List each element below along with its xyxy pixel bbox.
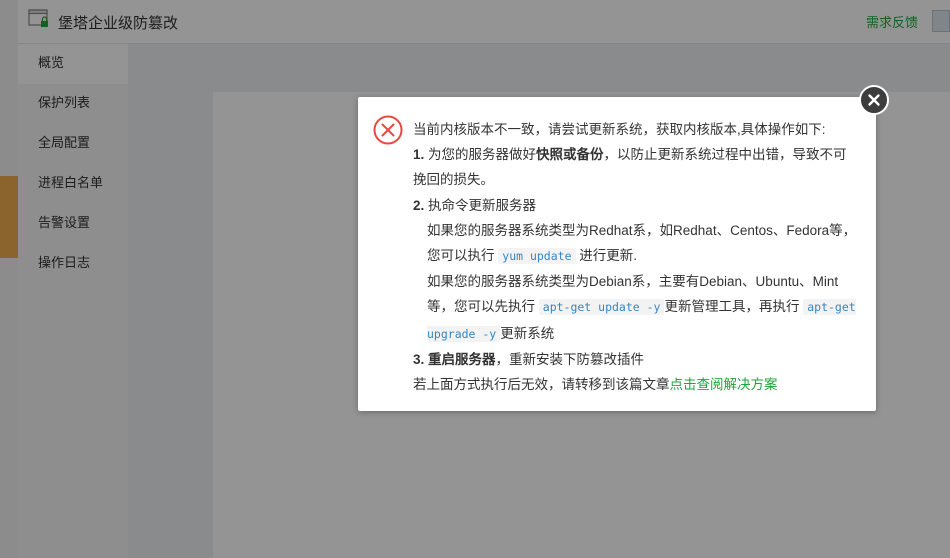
step-3: 3. 重启服务器，重新安装下防篡改插件 <box>413 347 858 372</box>
error-icon <box>373 115 403 145</box>
redhat-post: 进行更新. <box>579 248 638 264</box>
redhat-pre: 如果您的服务器系统类型为Redhat系，如Redhat、Centos、Fedor… <box>427 222 857 264</box>
dialog-message: 当前内核版本不一致，请尝试更新系统，获取内核版本,具体操作如下: 1. 为您的服… <box>413 117 858 397</box>
intro-text: 当前内核版本不一致，请尝试更新系统，获取内核版本,具体操作如下: <box>413 122 826 137</box>
kernel-mismatch-dialog: 当前内核版本不一致，请尝试更新系统，获取内核版本,具体操作如下: 1. 为您的服… <box>358 97 876 411</box>
step-3-bold: 重启服务器 <box>428 351 496 367</box>
dialog-close-button[interactable] <box>859 85 889 115</box>
step-1-pre: 为您的服务器做好 <box>428 147 537 163</box>
debian-post: 更新系统 <box>500 325 555 341</box>
redhat-instructions: 如果您的服务器系统类型为Redhat系，如Redhat、Centos、Fedor… <box>413 218 858 269</box>
step-1-bold: 快照或备份 <box>536 147 604 163</box>
fallback-text: 若上面方式执行后无效，请转移到该篇文章点击查阅解决方案 <box>413 372 858 397</box>
solution-link[interactable]: 点击查阅解决方案 <box>670 377 778 392</box>
step-2-title: 执命令更新服务器 <box>428 197 537 213</box>
step-3-number: 3. <box>413 351 425 367</box>
step-1-number: 1. <box>413 147 425 163</box>
step-2-number: 2. <box>413 197 425 213</box>
step-1: 1. 为您的服务器做好快照或备份，以防止更新系统过程中出错，导致不可挽回的损失。 <box>413 142 858 192</box>
debian-instructions: 如果您的服务器系统类型为Debian系，主要有Debian、Ubuntu、Min… <box>413 269 858 347</box>
close-icon <box>868 94 880 106</box>
step-3-post: ，重新安装下防篡改插件 <box>495 351 645 367</box>
debian-mid: 更新管理工具，再执行 <box>664 299 800 315</box>
step-2: 2. 执命令更新服务器 <box>413 193 858 218</box>
fallback-pre: 若上面方式执行后无效，请转移到该篇文章 <box>413 377 670 393</box>
yum-update-command: yum update <box>498 248 576 265</box>
apt-get-update-command: apt-get update -y <box>538 299 665 316</box>
